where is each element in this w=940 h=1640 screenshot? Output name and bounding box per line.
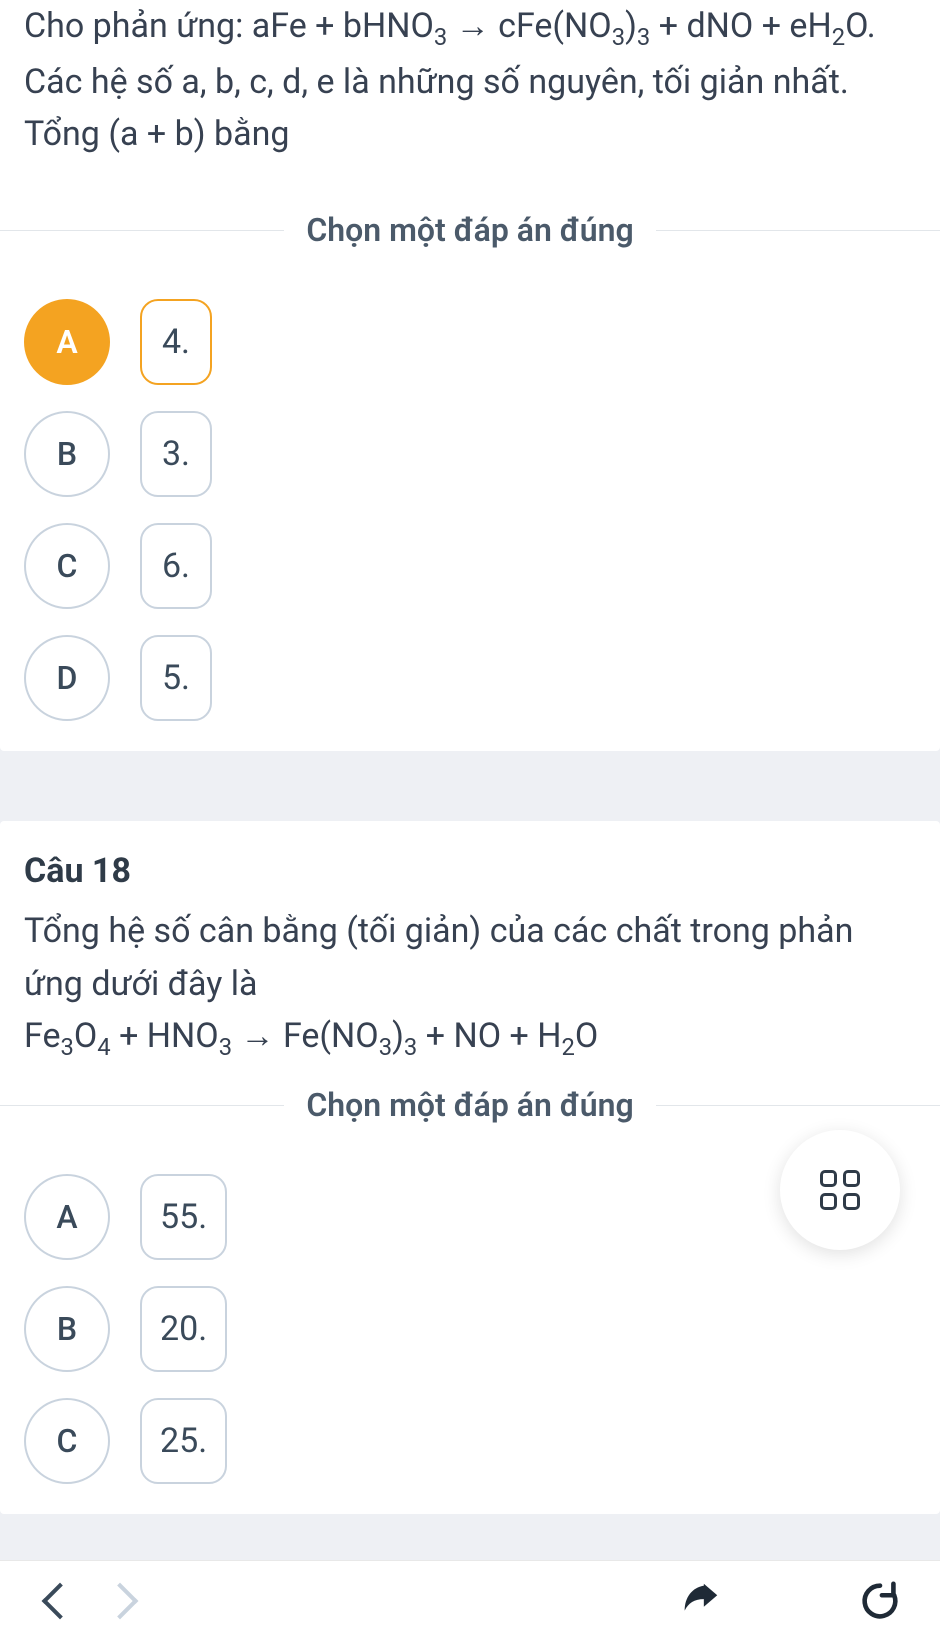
share-button[interactable] [670, 1571, 730, 1631]
divider-line [0, 1105, 284, 1106]
option-letter: A [24, 299, 110, 385]
question-equation: Fe3O4 + HNO3 → Fe(NO3)3 + NO + H2O [24, 1016, 598, 1056]
back-button[interactable] [30, 1571, 90, 1631]
divider-line [656, 1105, 940, 1106]
divider-line [0, 230, 284, 231]
forward-button[interactable] [90, 1571, 150, 1631]
option-row[interactable]: C 25. [24, 1398, 916, 1484]
divider-label: Chọn một đáp án đúng [284, 1086, 655, 1124]
option-value: 5. [140, 635, 212, 721]
options-list: A 4. B 3. C 6. D 5. [24, 299, 916, 721]
option-row[interactable]: B 3. [24, 411, 916, 497]
option-row[interactable]: A 4. [24, 299, 916, 385]
chevron-left-icon [42, 1582, 79, 1619]
question-card-1: Cho phản ứng: aFe + bHNO3 → cFe(NO3)3 + … [0, 0, 940, 751]
option-letter: D [24, 635, 110, 721]
chevron-right-icon [102, 1582, 139, 1619]
option-row[interactable]: B 20. [24, 1286, 916, 1372]
option-value: 3. [140, 411, 212, 497]
bottom-nav [0, 1560, 940, 1640]
option-letter: C [24, 523, 110, 609]
divider-line [656, 230, 940, 231]
choose-answer-divider: Chọn một đáp án đúng [0, 1086, 940, 1124]
option-letter: B [24, 1286, 110, 1372]
option-row[interactable]: D 5. [24, 635, 916, 721]
question-grid-button[interactable] [780, 1130, 900, 1250]
share-icon [677, 1578, 723, 1624]
option-row[interactable]: C 6. [24, 523, 916, 609]
option-value: 6. [140, 523, 212, 609]
question-text: Tổng hệ số cân bằng (tối giản) của các c… [24, 905, 916, 1066]
divider-label: Chọn một đáp án đúng [284, 211, 655, 249]
question-line: Tổng hệ số cân bằng (tối giản) của các c… [24, 911, 853, 1004]
option-letter: A [24, 1174, 110, 1260]
option-value: 55. [140, 1174, 227, 1260]
question-text: Cho phản ứng: aFe + bHNO3 → cFe(NO3)3 + … [24, 0, 916, 191]
reload-icon [857, 1578, 903, 1624]
choose-answer-divider: Chọn một đáp án đúng [0, 211, 940, 249]
options-list: A 55. B 20. C 25. [24, 1174, 916, 1484]
option-value: 25. [140, 1398, 227, 1484]
option-letter: B [24, 411, 110, 497]
option-value: 4. [140, 299, 212, 385]
option-letter: C [24, 1398, 110, 1484]
grid-icon [820, 1170, 860, 1210]
option-value: 20. [140, 1286, 227, 1372]
reload-button[interactable] [850, 1571, 910, 1631]
question-number-label: Câu 18 [24, 851, 916, 891]
